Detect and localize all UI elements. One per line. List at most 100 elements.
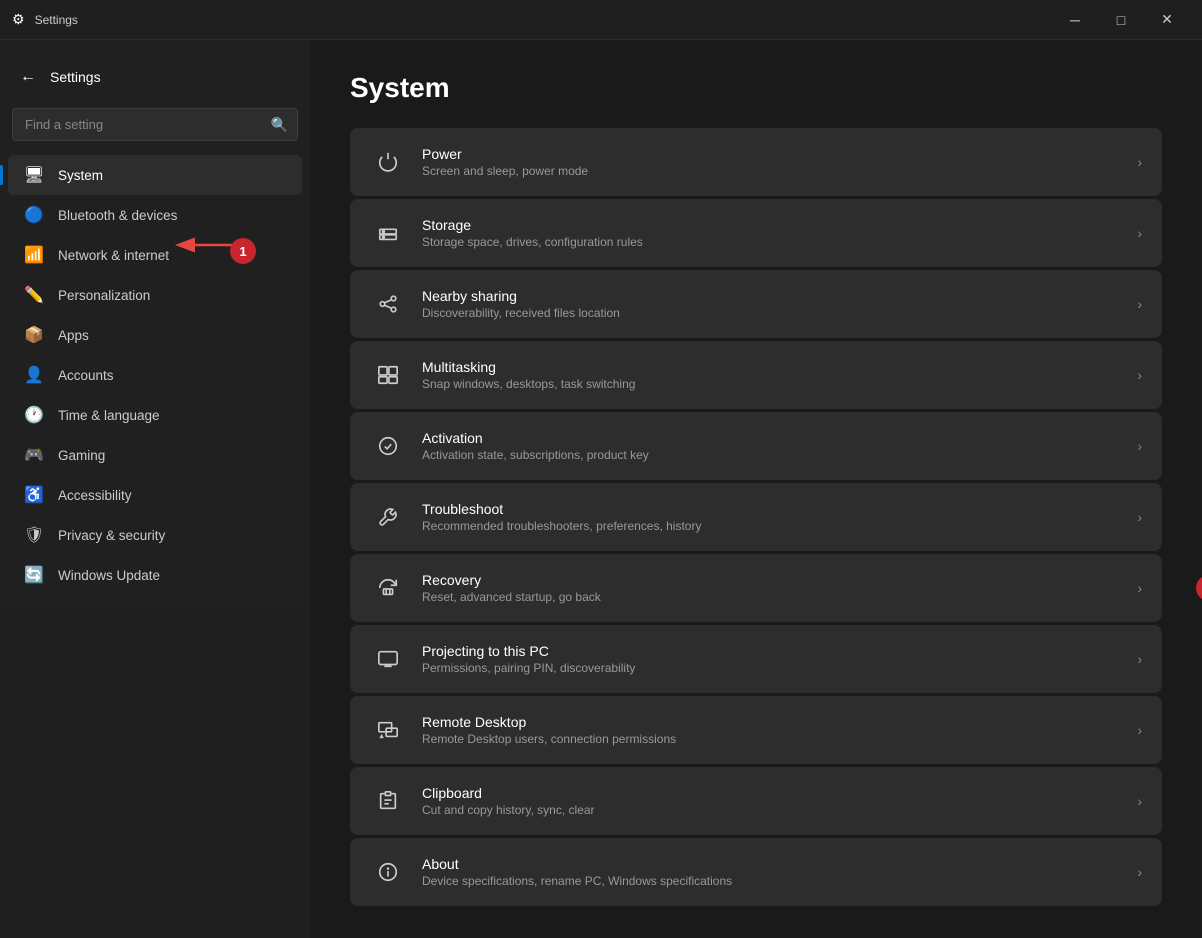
storage-text: Storage Storage space, drives, configura… bbox=[422, 217, 1121, 249]
nearby-sharing-text: Nearby sharing Discoverability, received… bbox=[422, 288, 1121, 320]
apps-icon: 📦 bbox=[24, 325, 44, 345]
troubleshoot-text: Troubleshoot Recommended troubleshooters… bbox=[422, 501, 1121, 533]
sidebar-item-accounts[interactable]: 👤 Accounts bbox=[8, 355, 302, 395]
activation-title: Activation bbox=[422, 430, 1121, 446]
system-icon: 🖥 bbox=[24, 165, 44, 185]
projecting-icon bbox=[370, 641, 406, 677]
sidebar-item-time[interactable]: 🕐 Time & language bbox=[8, 395, 302, 435]
annotation-badge-2: 2 bbox=[1196, 575, 1202, 601]
search-container: 🔍 bbox=[12, 108, 298, 141]
search-input[interactable] bbox=[12, 108, 298, 141]
about-text: About Device specifications, rename PC, … bbox=[422, 856, 1121, 888]
multitasking-text: Multitasking Snap windows, desktops, tas… bbox=[422, 359, 1121, 391]
settings-item-projecting[interactable]: Projecting to this PC Permissions, pairi… bbox=[350, 625, 1162, 693]
recovery-desc: Reset, advanced startup, go back bbox=[422, 590, 1121, 604]
maximize-button[interactable]: □ bbox=[1098, 0, 1144, 40]
sidebar-item-network[interactable]: 📶 Network & internet bbox=[8, 235, 302, 275]
activation-chevron: › bbox=[1137, 438, 1142, 454]
settings-item-nearby-sharing[interactable]: Nearby sharing Discoverability, received… bbox=[350, 270, 1162, 338]
projecting-chevron: › bbox=[1137, 651, 1142, 667]
page-title: System bbox=[350, 72, 1162, 104]
settings-item-about[interactable]: About Device specifications, rename PC, … bbox=[350, 838, 1162, 906]
about-icon bbox=[370, 854, 406, 890]
titlebar: ⚙ Settings ─ □ ✕ bbox=[0, 0, 1202, 40]
remote-desktop-title: Remote Desktop bbox=[422, 714, 1121, 730]
sidebar-label-bluetooth: Bluetooth & devices bbox=[58, 208, 177, 223]
settings-item-power[interactable]: Power Screen and sleep, power mode › bbox=[350, 128, 1162, 196]
sidebar-item-gaming[interactable]: 🎮 Gaming bbox=[8, 435, 302, 475]
clipboard-chevron: › bbox=[1137, 793, 1142, 809]
main-content: System Power Screen and sleep, power mod… bbox=[310, 40, 1202, 938]
accounts-icon: 👤 bbox=[24, 365, 44, 385]
activation-icon bbox=[370, 428, 406, 464]
main-wrapper: System Power Screen and sleep, power mod… bbox=[310, 40, 1202, 934]
recovery-title: Recovery bbox=[422, 572, 1121, 588]
sidebar-item-accessibility[interactable]: ♿ Accessibility bbox=[8, 475, 302, 515]
troubleshoot-title: Troubleshoot bbox=[422, 501, 1121, 517]
activation-desc: Activation state, subscriptions, product… bbox=[422, 448, 1121, 462]
remote-desktop-icon bbox=[370, 712, 406, 748]
sidebar-wrapper: ← Settings 🔍 🖥 System 🔵 Bluetooth & devi… bbox=[0, 40, 310, 934]
settings-list: Power Screen and sleep, power mode › bbox=[350, 128, 1162, 906]
troubleshoot-chevron: › bbox=[1137, 509, 1142, 525]
sidebar-item-privacy[interactable]: 🛡 Privacy & security bbox=[8, 515, 302, 555]
nearby-sharing-chevron: › bbox=[1137, 296, 1142, 312]
clipboard-title: Clipboard bbox=[422, 785, 1121, 801]
multitasking-desc: Snap windows, desktops, task switching bbox=[422, 377, 1121, 391]
clipboard-text: Clipboard Cut and copy history, sync, cl… bbox=[422, 785, 1121, 817]
sidebar: ← Settings 🔍 🖥 System 🔵 Bluetooth & devi… bbox=[0, 40, 310, 611]
power-title: Power bbox=[422, 146, 1121, 162]
sidebar-label-gaming: Gaming bbox=[58, 448, 105, 463]
titlebar-left: ⚙ Settings bbox=[12, 11, 78, 28]
minimize-button[interactable]: ─ bbox=[1052, 0, 1098, 40]
nearby-sharing-title: Nearby sharing bbox=[422, 288, 1121, 304]
sidebar-nav: 🖥 System 🔵 Bluetooth & devices 📶 Network… bbox=[0, 155, 310, 595]
storage-desc: Storage space, drives, configuration rul… bbox=[422, 235, 1121, 249]
multitasking-icon bbox=[370, 357, 406, 393]
remote-desktop-text: Remote Desktop Remote Desktop users, con… bbox=[422, 714, 1121, 746]
clipboard-icon bbox=[370, 783, 406, 819]
sidebar-item-update[interactable]: 🔄 Windows Update bbox=[8, 555, 302, 595]
activation-text: Activation Activation state, subscriptio… bbox=[422, 430, 1121, 462]
close-button[interactable]: ✕ bbox=[1144, 0, 1190, 40]
recovery-text: Recovery Reset, advanced startup, go bac… bbox=[422, 572, 1121, 604]
troubleshoot-desc: Recommended troubleshooters, preferences… bbox=[422, 519, 1121, 533]
settings-item-activation[interactable]: Activation Activation state, subscriptio… bbox=[350, 412, 1162, 480]
storage-title: Storage bbox=[422, 217, 1121, 233]
projecting-text: Projecting to this PC Permissions, pairi… bbox=[422, 643, 1121, 675]
time-icon: 🕐 bbox=[24, 405, 44, 425]
sidebar-label-accounts: Accounts bbox=[58, 368, 114, 383]
sidebar-item-bluetooth[interactable]: 🔵 Bluetooth & devices bbox=[8, 195, 302, 235]
privacy-icon: 🛡 bbox=[24, 525, 44, 545]
sidebar-label-network: Network & internet bbox=[58, 248, 169, 263]
clipboard-desc: Cut and copy history, sync, clear bbox=[422, 803, 1121, 817]
sidebar-item-apps[interactable]: 📦 Apps bbox=[8, 315, 302, 355]
settings-item-troubleshoot[interactable]: Troubleshoot Recommended troubleshooters… bbox=[350, 483, 1162, 551]
sidebar-label-system: System bbox=[58, 168, 103, 183]
settings-item-remote-desktop[interactable]: Remote Desktop Remote Desktop users, con… bbox=[350, 696, 1162, 764]
app-title: Settings bbox=[50, 69, 101, 85]
sidebar-label-update: Windows Update bbox=[58, 568, 160, 583]
settings-item-storage[interactable]: Storage Storage space, drives, configura… bbox=[350, 199, 1162, 267]
settings-item-clipboard[interactable]: Clipboard Cut and copy history, sync, cl… bbox=[350, 767, 1162, 835]
multitasking-chevron: › bbox=[1137, 367, 1142, 383]
network-icon: 📶 bbox=[24, 245, 44, 265]
back-button[interactable]: ← bbox=[16, 64, 40, 90]
projecting-desc: Permissions, pairing PIN, discoverabilit… bbox=[422, 661, 1121, 675]
sidebar-label-accessibility: Accessibility bbox=[58, 488, 132, 503]
settings-item-recovery[interactable]: Recovery Reset, advanced startup, go bac… bbox=[350, 554, 1162, 622]
sidebar-label-personalization: Personalization bbox=[58, 288, 150, 303]
sidebar-item-system[interactable]: 🖥 System bbox=[8, 155, 302, 195]
sidebar-item-personalization[interactable]: ✏️ Personalization bbox=[8, 275, 302, 315]
power-chevron: › bbox=[1137, 154, 1142, 170]
multitasking-title: Multitasking bbox=[422, 359, 1121, 375]
gaming-icon: 🎮 bbox=[24, 445, 44, 465]
about-chevron: › bbox=[1137, 864, 1142, 880]
titlebar-title: Settings bbox=[35, 13, 78, 27]
about-title: About bbox=[422, 856, 1121, 872]
power-desc: Screen and sleep, power mode bbox=[422, 164, 1121, 178]
update-icon: 🔄 bbox=[24, 565, 44, 585]
sidebar-header: ← Settings bbox=[0, 56, 310, 106]
settings-item-multitasking[interactable]: Multitasking Snap windows, desktops, tas… bbox=[350, 341, 1162, 409]
sidebar-label-apps: Apps bbox=[58, 328, 89, 343]
